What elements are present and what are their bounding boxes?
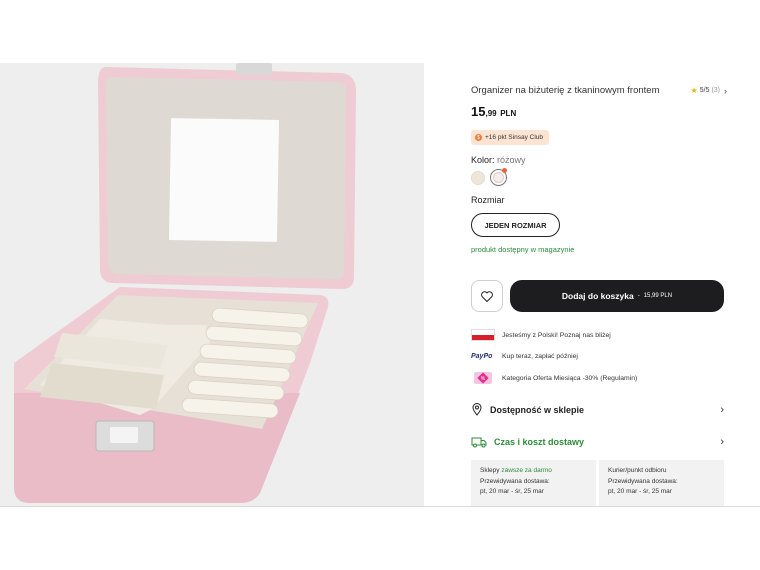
product-image[interactable] [0,63,424,506]
location-pin-icon [472,403,482,416]
add-to-cart-amount: 15,99 PLN [643,293,673,299]
club-points-text: +16 pkt Sinsay Club [485,134,543,141]
page-divider [0,506,760,507]
add-to-cart-label: Dodaj do koszyka [561,291,634,301]
info-row-text: Kup teraz, zapłać później [502,352,578,360]
chevron-right-icon: › [720,403,724,416]
product-title: Organizer na biżuterię z tkaninowym fron… [471,85,660,96]
delivery-info-label: Czas i koszt dostawy [494,437,585,447]
product-rating[interactable]: ★ 5/5 (3) › [691,86,727,96]
delivery-option-note: zawsze za darmo [501,467,552,474]
color-swatch-beige[interactable] [471,171,485,185]
club-points-icon: $ [475,134,482,141]
store-availability-label: Dostępność w sklepie [490,404,585,415]
discount-tag-icon: % [471,372,495,384]
paypo-logo: PayPo [471,352,493,360]
store-availability-link[interactable]: Dostępność w sklepie › [471,403,724,416]
delivery-info-link[interactable]: Czas i koszt dostawy › [471,436,724,448]
info-row-offer[interactable]: % Kategoria Oferta Miesiąca -30% (Regula… [471,371,637,385]
delivery-eta-label: Przewidywana dostawa: [480,477,550,485]
info-row-text: Jesteśmy z Polski! Poznaj nas bliżej [502,331,611,339]
jewelry-box-illustration [14,63,356,503]
info-row-poland[interactable]: Jesteśmy z Polski! Poznaj nas bliżej [471,328,611,342]
poland-flag-icon [471,329,495,341]
color-value: różowy [497,155,526,165]
color-label: Kolor: różowy [471,155,526,165]
selected-marker-icon [502,168,507,173]
svg-text:%: % [481,376,486,382]
availability-status: produkt dostępny w magazynie [471,245,575,254]
swatch-fill [493,172,504,183]
star-icon: ★ [690,86,698,95]
club-points-badge: $ +16 pkt Sinsay Club [471,130,549,145]
delivery-eta-label: Przewidywana dostawa: [608,477,678,485]
rating-count: (3) [711,87,720,94]
delivery-option-name: Kurier/punkt odbioru [608,467,667,474]
delivery-truck-icon [471,437,487,448]
delivery-option-courier[interactable]: Kurier/punkt odbioru Przewidywana dostaw… [599,460,724,506]
price-currency: PLN [500,109,517,118]
product-header: Organizer na biżuterię z tkaninowym fron… [471,85,727,96]
size-label: Rozmiar [471,195,505,205]
add-to-cart-separator: - [637,293,640,299]
price-decimal: ,99 [485,109,497,118]
delivery-option-title: Sklepy zawsze za darmo [480,466,587,477]
delivery-option-name: Sklepy [480,467,500,474]
delivery-option-title: Kurier/punkt odbioru [608,466,715,477]
delivery-options: Sklepy zawsze za darmo Przewidywana dost… [471,460,724,506]
price-whole: 15 [471,104,486,119]
delivery-option-store[interactable]: Sklepy zawsze za darmo Przewidywana dost… [471,460,596,506]
info-row-paypo[interactable]: PayPo Kup teraz, zapłać później [471,349,578,363]
heart-icon [481,290,493,302]
color-label-text: Kolor: [471,155,495,165]
add-to-cart-button[interactable]: Dodaj do koszyka - 15,99 PLN [510,280,724,312]
size-option-button[interactable]: JEDEN ROZMIAR [471,213,560,237]
color-swatch-pink-selected[interactable] [490,168,507,186]
product-price: 15,99 PLN [471,104,516,119]
delivery-eta: pt, 20 mar - śr, 25 mar [608,488,672,495]
chevron-right-icon: › [724,85,727,96]
rating-value: 5/5 [699,87,710,94]
info-row-text: Kategoria Oferta Miesiąca -30% (Regulami… [502,374,638,382]
chevron-right-icon: › [720,436,724,448]
delivery-eta: pt, 20 mar - śr, 25 mar [480,488,544,495]
favorite-button[interactable] [471,280,503,312]
